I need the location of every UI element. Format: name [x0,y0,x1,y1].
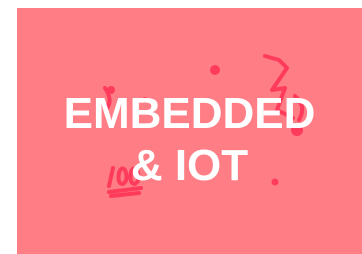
thumbnail-card[interactable]: EMBEDDED & IOT [17,8,362,254]
dot-icon [210,65,220,75]
title-line-1: EMBEDDED [63,89,316,138]
thumbnail-title: EMBEDDED & IOT [17,88,362,192]
title-line-2: & IOT [130,141,249,190]
